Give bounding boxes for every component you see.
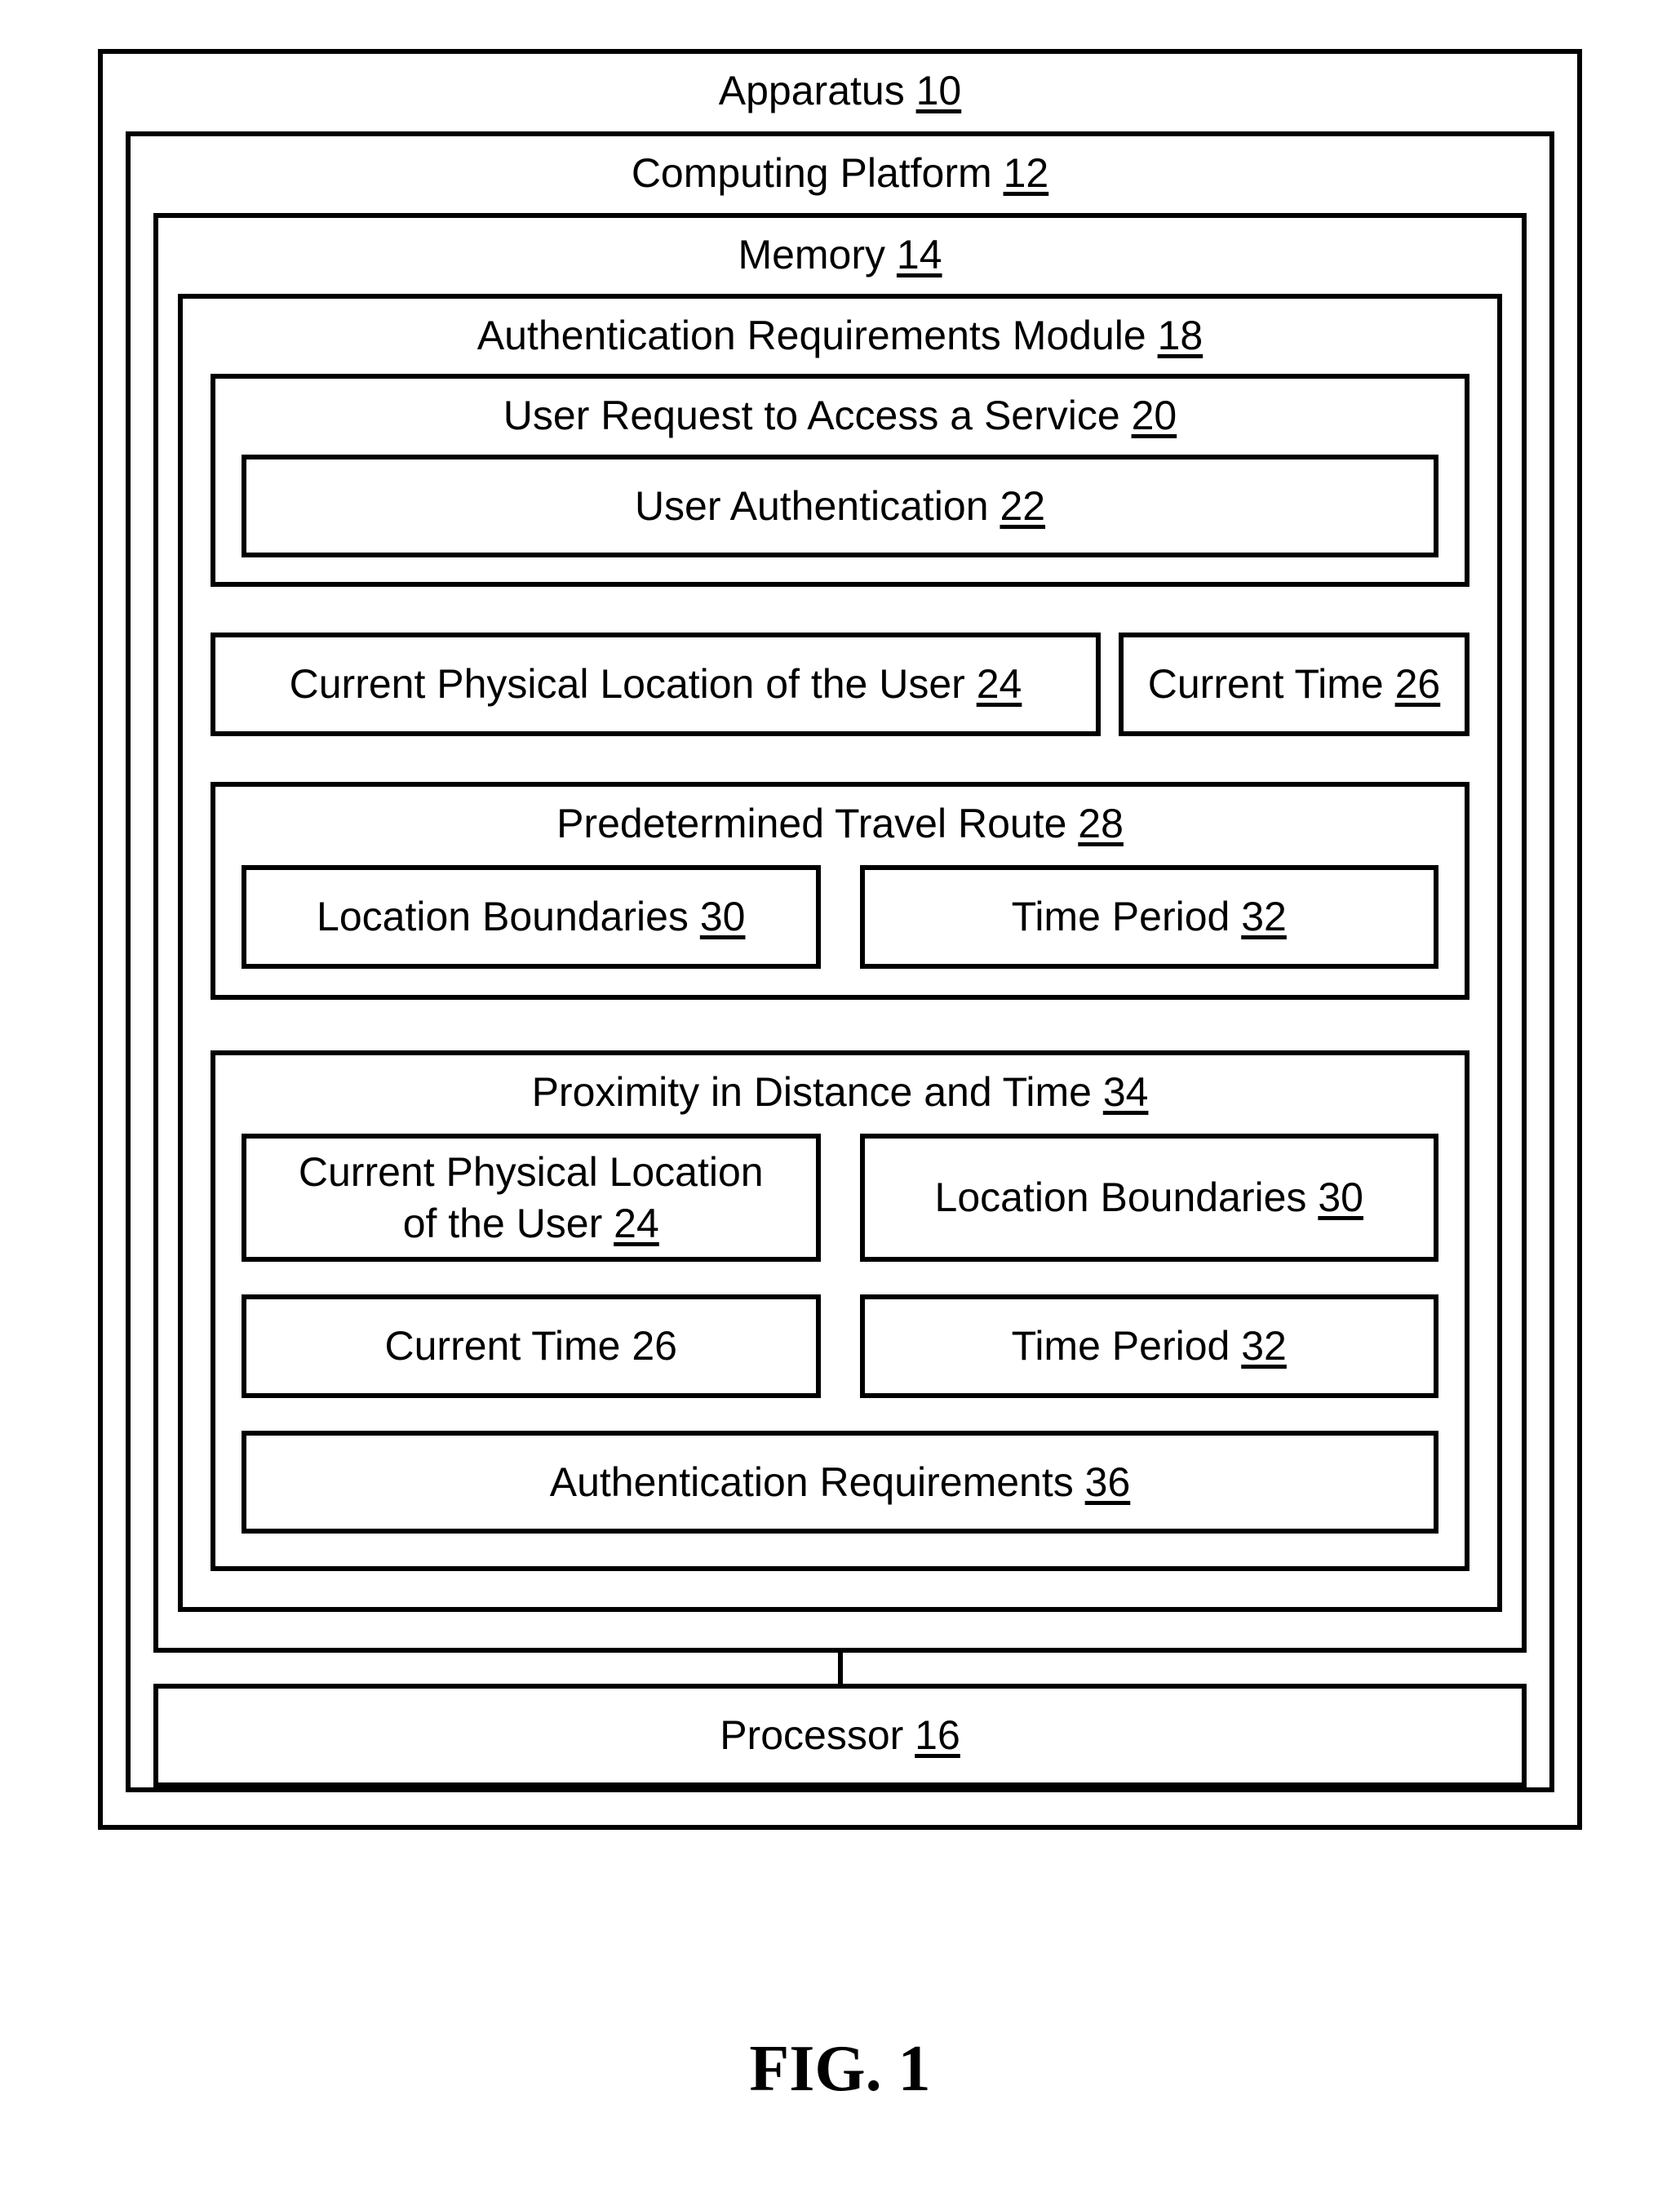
location-boundaries-label: Location Boundaries 30 bbox=[317, 894, 745, 939]
prox-time-period-label: Time Period 32 bbox=[1012, 1323, 1287, 1369]
user-request-box: User Request to Access a Service 20 User… bbox=[211, 374, 1469, 587]
prox-time-period-box: Time Period 32 bbox=[860, 1294, 1439, 1398]
auth-module-label: Authentication Requirements Module 18 bbox=[477, 313, 1203, 358]
user-auth-label: User Authentication 22 bbox=[635, 483, 1045, 529]
location-time-row: Current Physical Location of the User 24… bbox=[211, 633, 1469, 736]
time-period-box: Time Period 32 bbox=[860, 865, 1439, 969]
auth-module-box: Authentication Requirements Module 18 Us… bbox=[178, 294, 1502, 1613]
proximity-row-1: Current Physical Location of the User 24… bbox=[242, 1134, 1438, 1262]
prox-current-location-label: Current Physical Location of the User 24 bbox=[299, 1149, 764, 1246]
current-time-label: Current Time 26 bbox=[1148, 661, 1440, 707]
proximity-label: Proximity in Distance and Time 34 bbox=[532, 1069, 1149, 1115]
current-location-box: Current Physical Location of the User 24 bbox=[211, 633, 1101, 736]
travel-route-label: Predetermined Travel Route 28 bbox=[556, 801, 1124, 846]
prox-current-time-label: Current Time 26 bbox=[385, 1323, 677, 1369]
memory-box: Memory 14 Authentication Requirements Mo… bbox=[153, 213, 1527, 1653]
current-time-box: Current Time 26 bbox=[1119, 633, 1469, 736]
processor-label: Processor 16 bbox=[720, 1712, 960, 1758]
current-location-label: Current Physical Location of the User 24 bbox=[290, 661, 1022, 707]
location-boundaries-box: Location Boundaries 30 bbox=[242, 865, 821, 969]
proximity-row-2: Current Time 26 Time Period 32 bbox=[242, 1294, 1438, 1398]
proximity-box: Proximity in Distance and Time 34 Curren… bbox=[211, 1050, 1469, 1572]
user-auth-box: User Authentication 22 bbox=[242, 455, 1438, 558]
travel-route-row: Location Boundaries 30 Time Period 32 bbox=[242, 865, 1438, 969]
travel-route-box: Predetermined Travel Route 28 Location B… bbox=[211, 782, 1469, 1000]
auth-req-row: Authentication Requirements 36 bbox=[242, 1431, 1438, 1534]
processor-box: Processor 16 bbox=[153, 1684, 1527, 1787]
memory-label: Memory 14 bbox=[738, 232, 942, 277]
auth-requirements-label: Authentication Requirements 36 bbox=[550, 1459, 1131, 1505]
auth-requirements-box: Authentication Requirements 36 bbox=[242, 1431, 1438, 1534]
memory-processor-connector bbox=[153, 1653, 1527, 1684]
user-request-label: User Request to Access a Service 20 bbox=[503, 393, 1177, 438]
connector-line-icon bbox=[838, 1653, 843, 1684]
prox-current-time-box: Current Time 26 bbox=[242, 1294, 821, 1398]
computing-platform-label: Computing Platform 12 bbox=[632, 150, 1048, 196]
apparatus-box: Apparatus 10 Computing Platform 12 Memor… bbox=[98, 49, 1582, 1830]
computing-platform-box: Computing Platform 12 Memory 14 Authenti… bbox=[126, 131, 1554, 1792]
prox-current-location-box: Current Physical Location of the User 24 bbox=[242, 1134, 821, 1262]
figure-label: FIG. 1 bbox=[0, 2032, 1680, 2106]
prox-location-boundaries-box: Location Boundaries 30 bbox=[860, 1134, 1439, 1262]
apparatus-label: Apparatus 10 bbox=[719, 68, 961, 113]
prox-location-boundaries-label: Location Boundaries 30 bbox=[935, 1172, 1363, 1223]
time-period-label: Time Period 32 bbox=[1012, 894, 1287, 939]
